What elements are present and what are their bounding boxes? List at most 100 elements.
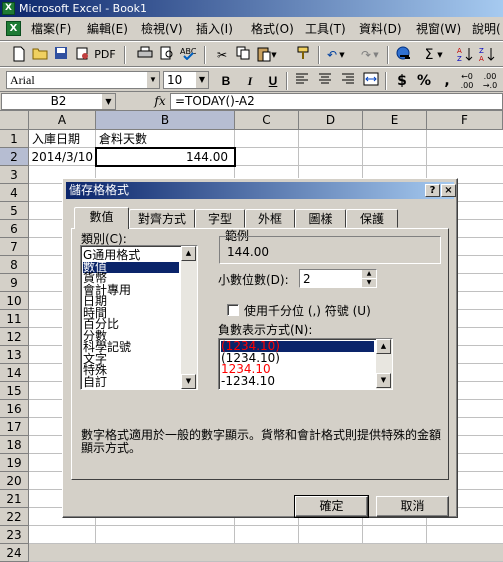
category-item[interactable]: 自訂 bbox=[83, 376, 179, 388]
spelling-icon[interactable]: ABC bbox=[179, 46, 197, 64]
row-header[interactable]: 12 bbox=[0, 328, 29, 346]
row-header[interactable]: 4 bbox=[0, 184, 29, 202]
scroll-down-icon[interactable]: ▼ bbox=[181, 374, 196, 389]
column-header-f[interactable]: F bbox=[427, 111, 503, 130]
save-icon[interactable] bbox=[52, 46, 70, 64]
row-header[interactable]: 11 bbox=[0, 310, 29, 328]
row-header[interactable]: 24 bbox=[0, 544, 29, 562]
menu-window[interactable]: 視窗(W) bbox=[416, 21, 461, 38]
menu-help[interactable]: 說明( bbox=[472, 21, 501, 38]
negative-numbers-list[interactable]: (1234.10) (1234.10) 1234.10 -1234.10 ▲ ▼ bbox=[218, 338, 393, 390]
scroll-up-icon[interactable]: ▲ bbox=[376, 339, 391, 354]
decimal-places-stepper[interactable]: 2 ▲ ▼ bbox=[299, 269, 377, 288]
category-scrollbar[interactable]: ▲ ▼ bbox=[181, 246, 197, 389]
hyperlink-icon[interactable] bbox=[395, 46, 413, 64]
menu-view[interactable]: 檢視(V) bbox=[141, 21, 183, 38]
column-header-c[interactable]: C bbox=[235, 111, 299, 130]
cell-a2[interactable]: 2014/3/10 bbox=[30, 148, 95, 166]
tab-number[interactable]: 數值 bbox=[74, 207, 129, 229]
row-header[interactable]: 2 bbox=[0, 148, 29, 166]
column-header-d[interactable]: D bbox=[299, 111, 363, 130]
row-header[interactable]: 20 bbox=[0, 472, 29, 490]
row-header[interactable]: 15 bbox=[0, 382, 29, 400]
row-header[interactable]: 16 bbox=[0, 400, 29, 418]
menu-file[interactable]: 檔案(F) bbox=[31, 21, 71, 38]
paste-dropdown-icon[interactable]: ▼ bbox=[270, 46, 278, 64]
cut-icon[interactable]: ✂ bbox=[213, 46, 231, 64]
cell-a1[interactable]: 入庫日期 bbox=[30, 130, 96, 148]
tab-alignment[interactable]: 對齊方式 bbox=[129, 209, 195, 228]
font-name-dropdown[interactable]: Arial ▼ bbox=[6, 71, 160, 89]
currency-button[interactable]: $ bbox=[393, 72, 411, 90]
workbook-icon[interactable]: X bbox=[6, 21, 21, 36]
close-button[interactable]: × bbox=[441, 184, 456, 197]
scroll-up-icon[interactable]: ▲ bbox=[181, 246, 196, 261]
category-list[interactable]: G通用格式 數值 貨幣 會計專用 日期 時間 百分比 分數 科學記號 文字 特殊 自訂 ▲ ▼ bbox=[80, 245, 198, 390]
copy-icon[interactable] bbox=[234, 46, 252, 64]
name-box[interactable]: B2 ▼ bbox=[1, 93, 116, 110]
cancel-button[interactable]: 取消 bbox=[376, 496, 449, 517]
scroll-down-icon[interactable]: ▼ bbox=[376, 373, 391, 388]
menu-data[interactable]: 資料(D) bbox=[359, 21, 402, 38]
print-icon[interactable] bbox=[136, 46, 154, 64]
chevron-down-icon[interactable]: ▼ bbox=[195, 72, 208, 88]
menu-insert[interactable]: 插入(I) bbox=[196, 21, 233, 38]
row-header[interactable]: 10 bbox=[0, 292, 29, 310]
menu-format[interactable]: 格式(O) bbox=[251, 21, 294, 38]
bold-button[interactable]: B bbox=[217, 72, 235, 90]
align-right-icon[interactable] bbox=[339, 72, 357, 90]
merge-center-icon[interactable] bbox=[362, 72, 380, 90]
undo-dropdown-icon[interactable]: ▼ bbox=[338, 46, 346, 64]
italic-button[interactable]: I bbox=[241, 72, 259, 90]
menu-edit[interactable]: 編輯(E) bbox=[87, 21, 128, 38]
column-header-b[interactable]: B bbox=[96, 111, 235, 130]
row-header[interactable]: 18 bbox=[0, 436, 29, 454]
sort-ascending-icon[interactable]: AZ bbox=[456, 46, 474, 64]
align-center-icon[interactable] bbox=[316, 72, 334, 90]
row-header[interactable]: 21 bbox=[0, 490, 29, 508]
column-header-e[interactable]: E bbox=[363, 111, 427, 130]
row-header[interactable]: 1 bbox=[0, 130, 29, 148]
formula-input[interactable]: =TODAY()-A2 bbox=[170, 93, 503, 110]
row-header[interactable]: 7 bbox=[0, 238, 29, 256]
decrease-decimal-icon[interactable]: .00 →.0 bbox=[481, 72, 499, 90]
decrement-icon[interactable]: ▼ bbox=[362, 279, 376, 287]
row-header[interactable]: 13 bbox=[0, 346, 29, 364]
autosum-dropdown-icon[interactable]: ▼ bbox=[436, 46, 444, 64]
sort-descending-icon[interactable]: ZA bbox=[478, 46, 496, 64]
ok-button[interactable]: 確定 bbox=[294, 495, 369, 518]
permission-icon[interactable] bbox=[73, 46, 91, 64]
menu-tools[interactable]: 工具(T) bbox=[305, 21, 346, 38]
new-document-icon[interactable] bbox=[10, 46, 28, 64]
row-header[interactable]: 22 bbox=[0, 508, 29, 526]
row-header[interactable]: 23 bbox=[0, 526, 29, 544]
help-button[interactable]: ? bbox=[425, 184, 440, 197]
negative-format-item[interactable]: -1234.10 bbox=[221, 375, 374, 387]
underline-button[interactable]: U bbox=[264, 72, 282, 90]
pdf-button[interactable]: PDF bbox=[92, 46, 118, 64]
increase-decimal-icon[interactable]: ←0.00 bbox=[458, 72, 476, 90]
comma-button[interactable]: , bbox=[438, 72, 456, 90]
row-header[interactable]: 19 bbox=[0, 454, 29, 472]
align-left-icon[interactable] bbox=[293, 72, 311, 90]
font-size-dropdown[interactable]: 10 ▼ bbox=[163, 71, 209, 89]
column-header-a[interactable]: A bbox=[29, 111, 96, 130]
chevron-down-icon[interactable]: ▼ bbox=[146, 72, 159, 88]
row-header[interactable]: 8 bbox=[0, 256, 29, 274]
tab-patterns[interactable]: 圖樣 bbox=[295, 209, 346, 228]
row-header[interactable]: 17 bbox=[0, 418, 29, 436]
cell-b2[interactable]: 144.00 bbox=[95, 147, 236, 167]
open-folder-icon[interactable] bbox=[31, 46, 49, 64]
thousands-separator-checkbox[interactable] bbox=[227, 304, 239, 316]
negative-scrollbar[interactable]: ▲ ▼ bbox=[376, 339, 392, 389]
cell-b1[interactable]: 倉料天數 bbox=[97, 130, 234, 148]
increment-icon[interactable]: ▲ bbox=[362, 270, 376, 278]
tab-protection[interactable]: 保護 bbox=[346, 209, 398, 228]
insert-function-button[interactable]: fx bbox=[152, 93, 168, 110]
print-preview-icon[interactable] bbox=[158, 46, 176, 64]
tab-border[interactable]: 外框 bbox=[245, 209, 295, 228]
row-header[interactable]: 14 bbox=[0, 364, 29, 382]
row-header[interactable]: 6 bbox=[0, 220, 29, 238]
percent-button[interactable]: % bbox=[415, 72, 433, 90]
row-header[interactable]: 9 bbox=[0, 274, 29, 292]
